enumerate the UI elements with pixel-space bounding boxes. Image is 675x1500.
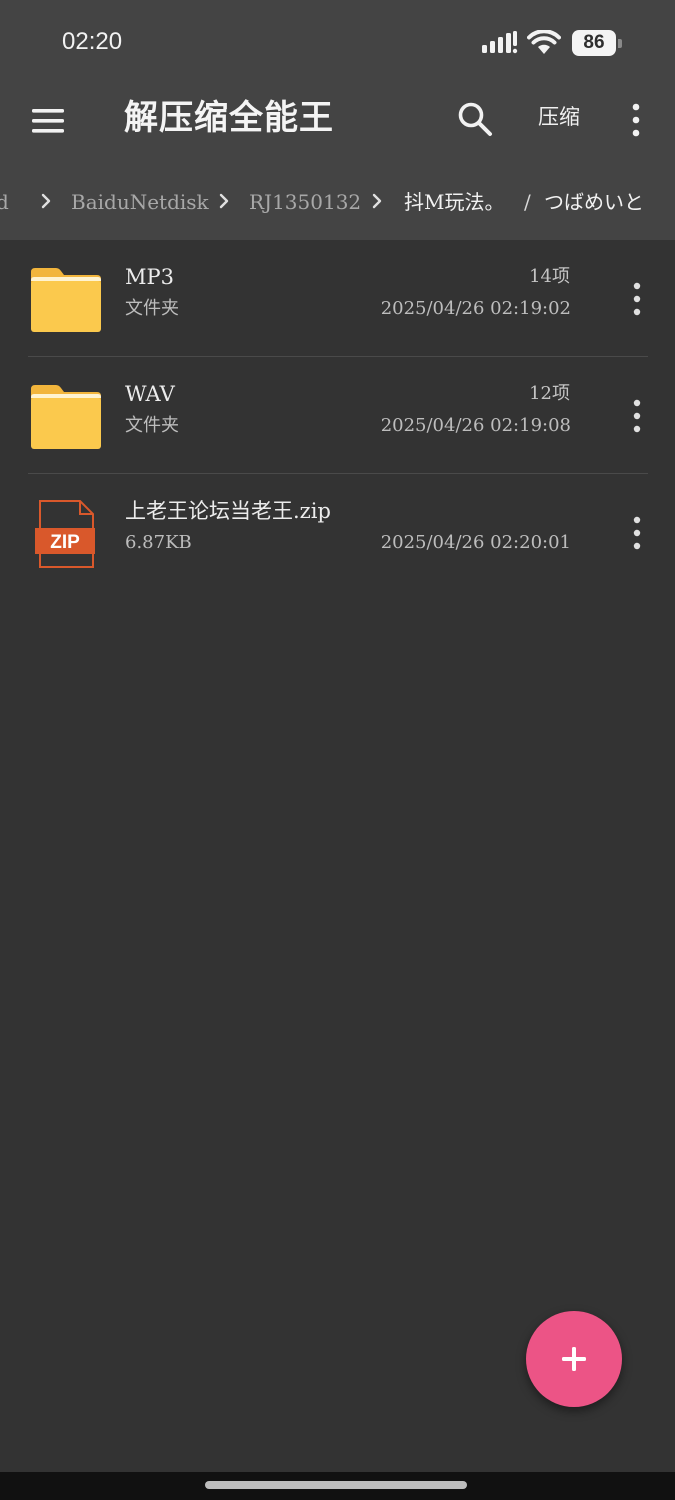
- folder-icon: [31, 385, 101, 449]
- more-options-icon[interactable]: [627, 514, 647, 554]
- file-browser-screen: 02:20 86 解压缩全能王 压缩 d BaiduNetdisk RJ1350…: [0, 0, 675, 1500]
- menu-icon[interactable]: [30, 106, 66, 136]
- breadcrumb-separator: /: [524, 190, 531, 214]
- breadcrumb-item[interactable]: RJ1350132: [249, 188, 361, 216]
- chevron-right-icon: [219, 193, 229, 209]
- chevron-right-icon: [372, 193, 382, 209]
- system-nav-bar: [0, 1472, 675, 1500]
- overflow-menu-icon[interactable]: [626, 100, 646, 140]
- modified-date: 2025/04/26 02:20:01: [380, 532, 571, 553]
- breadcrumb-item[interactable]: BaiduNetdisk: [71, 188, 209, 216]
- battery-icon: 86: [572, 30, 624, 56]
- plus-icon: [562, 1347, 586, 1371]
- file-type: 文件夹: [125, 415, 179, 436]
- list-item[interactable]: WAV 文件夹 12项 2025/04/26 02:19:08: [0, 357, 675, 474]
- folder-icon: [31, 268, 101, 332]
- modified-date: 2025/04/26 02:19:08: [380, 415, 571, 436]
- status-bar: 02:20 86: [0, 0, 675, 88]
- list-item[interactable]: ZIP 上老王论坛当老王.zip 6.87KB 2025/04/26 02:20…: [0, 474, 675, 591]
- file-name: MP3: [125, 265, 174, 289]
- file-size: 6.87KB: [125, 532, 192, 553]
- search-icon[interactable]: [456, 100, 494, 138]
- list-item[interactable]: MP3 文件夹 14项 2025/04/26 02:19:02: [0, 240, 675, 357]
- more-options-icon[interactable]: [627, 397, 647, 437]
- file-name: WAV: [125, 382, 175, 406]
- breadcrumb-item[interactable]: d: [0, 188, 9, 216]
- toolbar: 解压缩全能王 压缩: [0, 88, 675, 160]
- add-fab-button[interactable]: [526, 1311, 622, 1407]
- breadcrumb: d BaiduNetdisk RJ1350132 抖M玩法。 / つばめいと: [0, 160, 675, 240]
- more-options-icon[interactable]: [627, 280, 647, 320]
- signal-icon: [482, 31, 518, 54]
- zip-file-icon: ZIP: [35, 500, 95, 568]
- compress-button[interactable]: 压缩: [538, 102, 580, 132]
- breadcrumb-current[interactable]: 抖M玩法。: [404, 188, 504, 216]
- battery-tip: [618, 39, 622, 48]
- item-count: 14项: [529, 266, 570, 287]
- app-title: 解压缩全能王: [124, 98, 334, 138]
- home-indicator[interactable]: [205, 1481, 467, 1489]
- chevron-right-icon: [41, 193, 51, 209]
- file-type: 文件夹: [125, 298, 179, 319]
- battery-level: 86: [572, 30, 616, 56]
- zip-badge: ZIP: [50, 532, 80, 553]
- app-header: 02:20 86 解压缩全能王 压缩 d BaiduNetdisk RJ1350…: [0, 0, 675, 240]
- item-count: 12项: [529, 383, 570, 404]
- status-time: 02:20: [62, 28, 123, 55]
- breadcrumb-current[interactable]: つばめいと: [544, 188, 644, 216]
- wifi-icon: [527, 30, 561, 54]
- modified-date: 2025/04/26 02:19:02: [380, 298, 571, 319]
- file-name: 上老王论坛当老王.zip: [125, 499, 331, 523]
